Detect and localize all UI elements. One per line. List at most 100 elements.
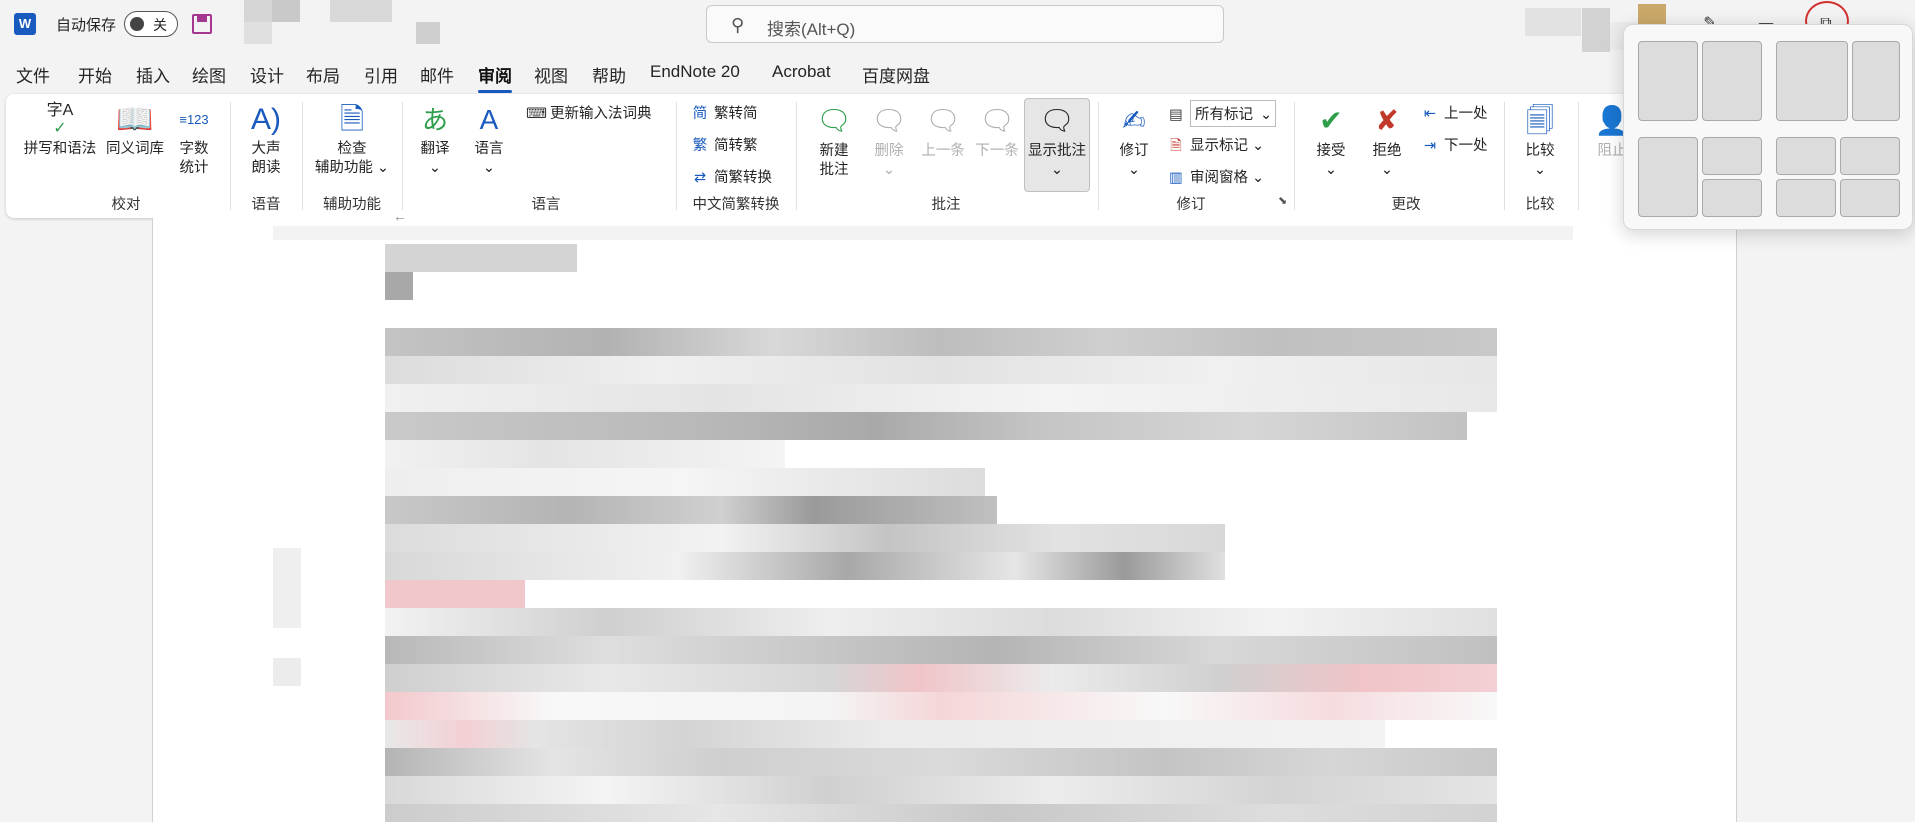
tab-mailings[interactable]: 邮件 xyxy=(420,62,454,87)
ribbon-review: 字A ✓ 拼写和语法 📖 同义词库 ≡123 字数 统计 校对 A) 大声 朗读 … xyxy=(6,94,1646,218)
simp-icon: 繁 xyxy=(690,134,710,155)
check-accessibility-button[interactable]: 🗎 检查 辅助功能 ⌄ xyxy=(312,102,392,178)
separator xyxy=(796,102,797,210)
thesaurus-button[interactable]: 📖 同义词库 xyxy=(102,102,168,159)
document-page[interactable]: ← xyxy=(152,208,1738,822)
previous-label: 上一处 xyxy=(1444,106,1488,122)
show-markup-button[interactable]: 🗎 显示标记 ⌄ xyxy=(1166,134,1264,160)
group-speech: 语音 xyxy=(251,197,281,213)
convert-button[interactable]: ⇄ 简繁转换 xyxy=(690,166,772,187)
accept-button[interactable]: ✔ 接受 ⌄ xyxy=(1306,102,1356,180)
spelling-label: 拼写和语法 xyxy=(23,141,97,157)
translate-button[interactable]: あ 翻译 ⌄ xyxy=(412,102,458,178)
save-icon[interactable] xyxy=(192,14,212,34)
track-changes-icon: ✍ xyxy=(1122,105,1146,136)
group-changes: 更改 xyxy=(1391,197,1421,213)
check-label-2: 辅助功能 xyxy=(314,160,373,176)
autosave-toggle[interactable]: 关 xyxy=(124,11,178,37)
word-count-icon: ≡123 xyxy=(179,112,209,127)
blurred-account xyxy=(1582,8,1610,52)
new-comment-label-1: 新建 xyxy=(819,143,849,159)
new-comment-button[interactable]: 🗨 新建 批注 xyxy=(808,102,860,180)
simp-icon-text: 繁 xyxy=(692,138,708,154)
snap-zone-half-right[interactable] xyxy=(1702,41,1762,121)
show-comments-button[interactable]: 🗨 显示批注 ⌄ xyxy=(1024,102,1090,180)
language-button[interactable]: A 语言 ⌄ xyxy=(466,102,512,178)
next-change-button[interactable]: ⇥ 下一处 xyxy=(1420,134,1488,155)
group-tracking: 修订 xyxy=(1176,197,1206,213)
group-accessibility: 辅助功能 xyxy=(323,197,381,213)
snap-zone-half-left[interactable] xyxy=(1638,41,1698,121)
next-label: 下一条 xyxy=(975,143,1019,159)
read-aloud-label-1: 大声 xyxy=(251,141,281,157)
snap-zone-right-bottom[interactable] xyxy=(1702,179,1762,217)
blurred-account xyxy=(1638,4,1666,26)
blurred-title xyxy=(272,0,300,22)
tab-review[interactable]: 审阅 xyxy=(478,62,512,93)
previous-comment-button[interactable]: 🗨 上一条 xyxy=(918,102,968,161)
spelling-grammar-button[interactable]: 字A ✓ 拼写和语法 xyxy=(20,102,100,159)
review-pane-button[interactable]: ▥ 审阅窗格 ⌄ xyxy=(1166,166,1264,187)
tab-draw[interactable]: 绘图 xyxy=(192,62,226,87)
spelling-icon: 字A ✓ xyxy=(46,102,74,137)
snap-zone-wide-left[interactable] xyxy=(1776,41,1848,121)
update-ime-label: 更新输入法词典 xyxy=(550,106,652,122)
read-aloud-button[interactable]: A) 大声 朗读 xyxy=(242,102,290,178)
tab-acrobat[interactable]: Acrobat xyxy=(772,62,831,82)
next-comment-button[interactable]: 🗨 下一条 xyxy=(972,102,1022,161)
to-traditional-button[interactable]: 简繁转简 xyxy=(690,102,758,123)
group-proofing: 校对 xyxy=(111,197,141,213)
compare-button[interactable]: 🗐 比较 ⌄ xyxy=(1516,102,1564,180)
snap-zone-quad-bl[interactable] xyxy=(1776,179,1836,217)
markup-dropdown[interactable]: ▤ 所有标记 ⌄ xyxy=(1166,100,1276,127)
search-box[interactable]: ⚲ 搜索(Alt+Q) xyxy=(706,5,1224,43)
read-aloud-icon: A) xyxy=(251,103,281,136)
to-simp-label: 简转繁 xyxy=(714,138,758,154)
track-changes-button[interactable]: ✍ 修订 ⌄ xyxy=(1110,102,1158,180)
separator xyxy=(302,102,303,210)
trad-icon: 简 xyxy=(690,102,710,123)
previous-change-icon: ⇤ xyxy=(1423,106,1437,122)
compare-label: 比较 xyxy=(1525,143,1555,159)
tab-design[interactable]: 设计 xyxy=(250,62,284,87)
search-placeholder: 搜索(Alt+Q) xyxy=(767,20,856,39)
tab-home[interactable]: 开始 xyxy=(78,62,112,87)
snap-zone-narrow-right[interactable] xyxy=(1852,41,1900,121)
snap-zone-quad-tl[interactable] xyxy=(1776,137,1836,175)
snap-zone-left-full[interactable] xyxy=(1638,137,1698,217)
update-ime-button[interactable]: ⌨ 更新输入法词典 xyxy=(526,102,652,123)
snap-zone-quad-br[interactable] xyxy=(1840,179,1900,217)
read-aloud-label-2: 朗读 xyxy=(251,160,281,176)
tab-baidu[interactable]: 百度网盘 xyxy=(862,62,930,87)
tab-references[interactable]: 引用 xyxy=(364,62,398,87)
translate-icon: あ xyxy=(421,105,448,135)
separator xyxy=(402,102,403,210)
tab-endnote[interactable]: EndNote 20 xyxy=(650,62,740,82)
tracking-dialog-launcher[interactable]: ⬊ xyxy=(1278,194,1287,207)
separator xyxy=(1098,102,1099,210)
delete-comment-button[interactable]: 🗨 删除 ⌄ xyxy=(864,102,914,180)
toggle-knob xyxy=(130,17,144,31)
separator xyxy=(1504,102,1505,210)
show-markup-icon: 🗎 xyxy=(1170,138,1182,154)
to-simplified-button[interactable]: 繁简转繁 xyxy=(690,134,758,155)
review-pane-label: 审阅窗格 xyxy=(1190,170,1248,186)
blurred-document-content xyxy=(153,218,1738,822)
previous-change-button[interactable]: ⇤ 上一处 xyxy=(1420,102,1488,123)
next-comment-icon: 🗨 xyxy=(979,105,1015,136)
tab-help[interactable]: 帮助 xyxy=(592,62,626,87)
word-count-button[interactable]: ≡123 字数 统计 xyxy=(172,102,216,178)
language-label: 语言 xyxy=(474,141,504,157)
tab-file[interactable]: 文件 xyxy=(16,62,50,87)
reject-button[interactable]: ✘ 拒绝 ⌄ xyxy=(1362,102,1412,180)
tab-layout[interactable]: 布局 xyxy=(306,62,340,87)
show-comments-label: 显示批注 xyxy=(1028,143,1086,159)
snap-zone-right-top[interactable] xyxy=(1702,137,1762,175)
tab-insert[interactable]: 插入 xyxy=(136,62,170,87)
blurred-title xyxy=(244,22,272,44)
blurred-title xyxy=(330,0,392,22)
accessibility-icon: 🗎 xyxy=(339,103,365,136)
snap-zone-quad-tr[interactable] xyxy=(1840,137,1900,175)
trad-icon-text: 简 xyxy=(692,106,708,122)
tab-view[interactable]: 视图 xyxy=(534,62,568,87)
